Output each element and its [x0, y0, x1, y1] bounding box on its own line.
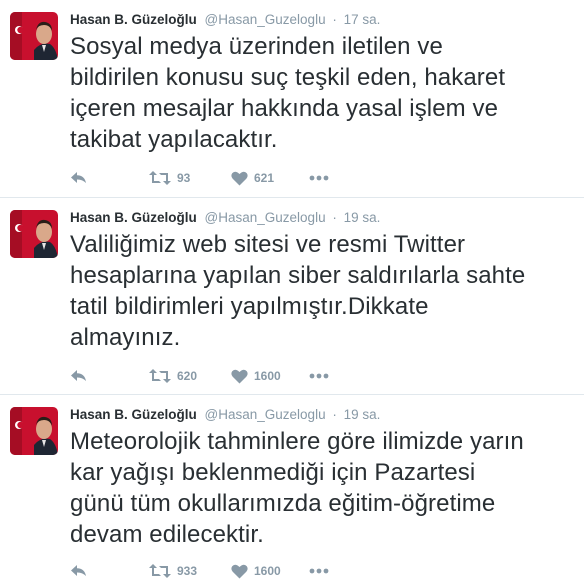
reply-button[interactable] — [70, 167, 88, 189]
tweet-text-line: Valiliğimiz web sitesi ve resmi Twitter — [70, 231, 466, 258]
retweet-icon — [149, 171, 171, 185]
tweet-header: Hasan B. Güzeloğlu @Hasan_Guzeloglu · 17… — [70, 10, 380, 30]
tweet-text-line: hesaplarına yapılan siber saldırılarla s… — [70, 262, 526, 289]
tweet-text-line: Sosyal medya üzerinden iletilen ve — [70, 33, 443, 60]
tweet: Hasan B. Güzeloğlu @Hasan_Guzeloglu · 19… — [0, 394, 584, 588]
author-name[interactable]: Hasan B. Güzeloğlu — [70, 210, 197, 225]
like-button[interactable]: 1600 — [231, 365, 281, 387]
reply-arrow-icon — [71, 370, 86, 381]
retweet-icon — [149, 564, 171, 578]
more-dots-icon — [309, 373, 329, 379]
tweet-text-line: bildirilen konusu suç teşkil eden, hakar… — [70, 64, 506, 91]
separator-dot: · — [332, 407, 337, 422]
tweet-text-line: içeren mesajlar hakkında yasal işlem ve — [70, 95, 499, 122]
like-count: 1600 — [254, 564, 281, 578]
tweet-text-line: günü tüm okullarımızda eğitim-öğretime — [70, 490, 496, 517]
retweet-count: 93 — [177, 171, 191, 185]
tweet-time[interactable]: 17 sa. — [344, 12, 381, 27]
avatar[interactable] — [10, 210, 58, 258]
separator-dot: · — [332, 12, 337, 27]
reply-arrow-icon — [71, 172, 86, 183]
retweet-count: 933 — [177, 564, 198, 578]
separator-dot: · — [332, 210, 337, 225]
tweet-text-line: almayınız. — [70, 324, 181, 351]
like-count: 621 — [254, 171, 275, 185]
tweet-text-line: Meteorolojik tahminlere göre ilimizde ya… — [70, 428, 524, 455]
heart-icon — [231, 369, 248, 383]
tweet-text: Sosyal medya üzerinden iletilen ve bildi… — [70, 31, 580, 155]
like-button[interactable]: 1600 — [231, 560, 281, 582]
author-handle[interactable]: @Hasan_Guzeloglu — [205, 210, 326, 225]
tweet-text: Valiliğimiz web sitesi ve resmi Twitter … — [70, 229, 580, 353]
like-count: 1600 — [254, 369, 281, 383]
author-name[interactable]: Hasan B. Güzeloğlu — [70, 12, 197, 27]
retweet-button[interactable]: 620 — [149, 365, 197, 387]
reply-button[interactable] — [70, 365, 88, 387]
heart-icon — [231, 564, 248, 578]
author-name[interactable]: Hasan B. Güzeloğlu — [70, 407, 197, 422]
like-button[interactable]: 621 — [231, 167, 274, 189]
retweet-count: 620 — [177, 369, 198, 383]
more-dots-icon — [309, 568, 329, 574]
more-button[interactable] — [309, 167, 329, 189]
author-handle[interactable]: @Hasan_Guzeloglu — [205, 407, 326, 422]
heart-icon — [231, 171, 248, 185]
tweet-text: Meteorolojik tahminlere göre ilimizde ya… — [70, 426, 580, 550]
more-button[interactable] — [309, 365, 329, 387]
more-button[interactable] — [309, 560, 329, 582]
avatar[interactable] — [10, 12, 58, 60]
retweet-button[interactable]: 93 — [149, 167, 190, 189]
tweet-time[interactable]: 19 sa. — [344, 407, 381, 422]
tweet: Hasan B. Güzeloğlu @Hasan_Guzeloglu · 17… — [0, 0, 584, 200]
tweet-time[interactable]: 19 sa. — [344, 210, 381, 225]
tweet-text-line: devam edilecektir. — [70, 521, 264, 548]
tweet-text-line: kar yağışı beklenmediği için Pazartesi — [70, 459, 476, 486]
avatar[interactable] — [10, 407, 58, 455]
retweet-button[interactable]: 933 — [149, 560, 197, 582]
author-handle[interactable]: @Hasan_Guzeloglu — [205, 12, 326, 27]
reply-arrow-icon — [71, 565, 86, 576]
more-dots-icon — [309, 175, 329, 181]
tweet-header: Hasan B. Güzeloğlu @Hasan_Guzeloglu · 19… — [70, 208, 380, 228]
reply-button[interactable] — [70, 560, 88, 582]
retweet-icon — [149, 369, 171, 383]
tweet-header: Hasan B. Güzeloğlu @Hasan_Guzeloglu · 19… — [70, 405, 380, 425]
tweet-text-line: takibat yapılacaktır. — [70, 126, 278, 153]
tweet: Hasan B. Güzeloğlu @Hasan_Guzeloglu · 19… — [0, 197, 584, 397]
tweet-text-line: tatil bildirimleri yapılmıştır.Dikkate — [70, 293, 429, 320]
